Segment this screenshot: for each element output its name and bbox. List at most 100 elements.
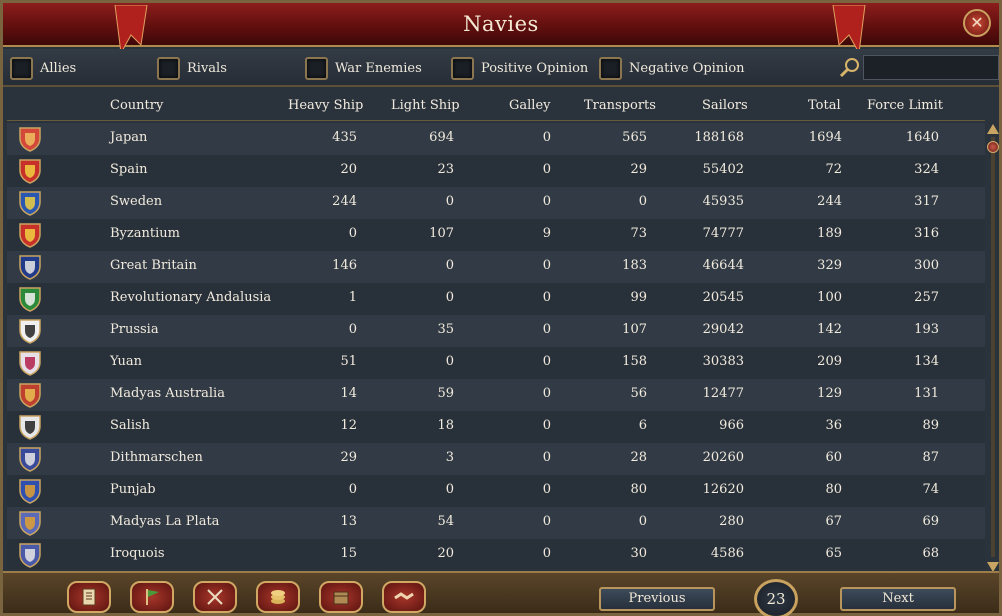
cell-light-ship: 0 <box>445 258 454 273</box>
cell-galley: 0 <box>542 194 551 209</box>
filter-positive-opinion[interactable]: Positive Opinion <box>451 55 588 81</box>
handshake-tab-button[interactable] <box>382 581 426 613</box>
cell-sailors: 12477 <box>702 386 744 401</box>
country-flag-shield-icon[interactable] <box>17 318 43 344</box>
country-flag-shield-icon[interactable] <box>17 414 43 440</box>
cell-total: 142 <box>817 322 842 337</box>
cell-transports: 99 <box>630 290 647 305</box>
ledger-tab-button[interactable] <box>67 581 111 613</box>
scroll-track[interactable] <box>991 137 995 557</box>
table-row[interactable]: Yuan 51 0 0 158 30383 209 134 <box>7 347 985 379</box>
country-flag-shield-icon[interactable] <box>17 126 43 152</box>
header-heavy-ship[interactable]: Heavy Ship <box>288 98 363 113</box>
country-flag-shield-icon[interactable] <box>17 254 43 280</box>
crossed-swords-tab-button[interactable] <box>193 581 237 613</box>
country-flag-shield-icon[interactable] <box>17 350 43 376</box>
header-sailors[interactable]: Sailors <box>702 98 748 113</box>
table-row[interactable]: Madyas Australia 14 59 0 56 12477 129 131 <box>7 379 985 411</box>
cell-country: Spain <box>110 162 148 177</box>
cell-sailors: 20260 <box>702 450 744 465</box>
cell-sailors: 188168 <box>694 130 744 145</box>
table-row[interactable]: Byzantium 0 107 9 73 74777 189 316 <box>7 219 985 251</box>
table-row[interactable]: Sweden 244 0 0 0 45935 244 317 <box>7 187 985 219</box>
filter-allies[interactable]: Allies <box>10 55 76 81</box>
cell-galley: 0 <box>542 322 551 337</box>
flag-icon <box>146 589 159 605</box>
search-input[interactable] <box>863 55 999 80</box>
filter-negative-opinion[interactable]: Negative Opinion <box>599 55 745 81</box>
cell-galley: 0 <box>542 418 551 433</box>
header-galley[interactable]: Galley <box>509 98 551 113</box>
table-row[interactable]: Prussia 0 35 0 107 29042 142 193 <box>7 315 985 347</box>
cell-light-ship: 694 <box>429 130 454 145</box>
table-row[interactable]: Punjab 0 0 0 80 12620 80 74 <box>7 475 985 507</box>
cell-country: Iroquois <box>110 546 165 561</box>
filter-label: Allies <box>40 60 77 76</box>
filter-rivals[interactable]: Rivals <box>157 55 227 81</box>
table-row[interactable]: Spain 20 23 0 29 55402 72 324 <box>7 155 985 187</box>
cell-sailors: 20545 <box>702 290 744 305</box>
table-row[interactable]: Iroquois 15 20 0 30 4586 65 68 <box>7 539 985 569</box>
country-flag-shield-icon[interactable] <box>17 190 43 216</box>
table-row[interactable]: Great Britain 146 0 0 183 46644 329 300 <box>7 251 985 283</box>
country-flag-shield-icon[interactable] <box>17 510 43 536</box>
country-flag-shield-icon[interactable] <box>17 446 43 472</box>
cell-total: 244 <box>817 194 842 209</box>
flag-tab-button[interactable] <box>130 581 174 613</box>
country-flag-shield-icon[interactable] <box>17 478 43 504</box>
scroll-up-icon[interactable] <box>986 123 1000 135</box>
war-enemies-checkbox[interactable] <box>305 56 328 80</box>
cell-heavy-ship: 15 <box>340 546 357 561</box>
cell-country: Madyas La Plata <box>110 514 220 529</box>
filter-label: Positive Opinion <box>481 60 589 76</box>
cell-galley: 0 <box>542 514 551 529</box>
next-button[interactable]: Next <box>840 587 956 611</box>
cell-transports: 0 <box>638 194 647 209</box>
close-button[interactable]: ✕ <box>963 9 991 37</box>
cell-heavy-ship: 51 <box>340 354 357 369</box>
header-light-ship[interactable]: Light Ship <box>391 98 460 113</box>
coins-tab-button[interactable] <box>256 581 300 613</box>
coins-icon <box>271 590 285 604</box>
table-scrollbar[interactable] <box>986 123 1000 573</box>
country-flag-shield-icon[interactable] <box>17 222 43 248</box>
table-row[interactable]: Madyas La Plata 13 54 0 0 280 67 69 <box>7 507 985 539</box>
table-row[interactable]: Dithmarschen 29 3 0 28 20260 60 87 <box>7 443 985 475</box>
cell-sailors: 74777 <box>702 226 744 241</box>
cell-heavy-ship: 1 <box>348 290 357 305</box>
ledger-icon <box>82 588 96 606</box>
scroll-thumb[interactable] <box>987 141 999 153</box>
header-transports[interactable]: Transports <box>584 98 656 113</box>
country-flag-shield-icon[interactable] <box>17 542 43 568</box>
table-row[interactable]: Revolutionary Andalusia 1 0 0 99 20545 100 257 <box>7 283 985 315</box>
cell-transports: 80 <box>630 482 647 497</box>
cell-transports: 6 <box>638 418 647 433</box>
header-total[interactable]: Total <box>808 98 841 113</box>
cell-light-ship: 59 <box>437 386 454 401</box>
allies-checkbox[interactable] <box>10 56 33 80</box>
header-force-limit[interactable]: Force Limit <box>867 98 943 113</box>
cell-sailors: 29042 <box>702 322 744 337</box>
cell-light-ship: 23 <box>437 162 454 177</box>
filter-war-enemies[interactable]: War Enemies <box>305 55 422 81</box>
country-flag-shield-icon[interactable] <box>17 286 43 312</box>
cell-sailors: 966 <box>719 418 744 433</box>
rivals-checkbox[interactable] <box>157 56 180 80</box>
previous-button[interactable]: Previous <box>599 587 715 611</box>
cell-transports: 29 <box>630 162 647 177</box>
negative-opinion-checkbox[interactable] <box>599 56 622 80</box>
cell-country: Great Britain <box>110 258 197 273</box>
cell-light-ship: 3 <box>445 450 454 465</box>
country-flag-shield-icon[interactable] <box>17 382 43 408</box>
cell-galley: 9 <box>542 226 551 241</box>
cell-light-ship: 107 <box>429 226 454 241</box>
table-row[interactable]: Salish 12 18 0 6 966 36 89 <box>7 411 985 443</box>
positive-opinion-checkbox[interactable] <box>451 56 474 80</box>
table-row[interactable]: Japan 435 694 0 565 188168 1694 1640 <box>7 123 985 155</box>
cell-force-limit: 68 <box>922 546 939 561</box>
trade-goods-tab-button[interactable] <box>319 581 363 613</box>
country-flag-shield-icon[interactable] <box>17 158 43 184</box>
cell-light-ship: 0 <box>445 290 454 305</box>
header-country[interactable]: Country <box>110 98 163 113</box>
cell-force-limit: 131 <box>914 386 939 401</box>
